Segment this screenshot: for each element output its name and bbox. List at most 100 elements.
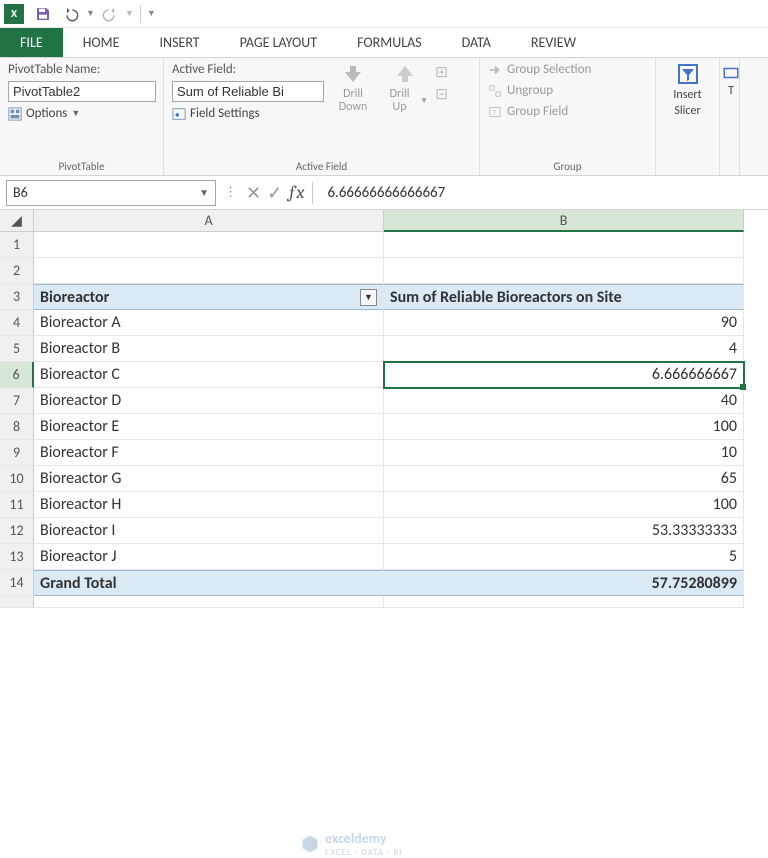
ungroup-button[interactable]: Ungroup (488, 83, 591, 98)
name-box[interactable]: B6 ▼ (6, 180, 216, 206)
cell-B15[interactable] (384, 596, 744, 608)
redo-dropdown-icon[interactable]: ▼ (125, 8, 134, 19)
collapse-field-button[interactable] (436, 84, 454, 100)
group-filter-label (664, 171, 711, 173)
insert-timeline-button[interactable]: T (722, 64, 740, 98)
formula-input[interactable]: 6.66666666666667 (321, 184, 762, 202)
drill-up-button[interactable]: Drill Up▼ (382, 62, 428, 114)
cell-A7[interactable]: Bioreactor D (34, 388, 384, 414)
cancel-formula-button[interactable]: ✕ (246, 182, 261, 204)
group-filter: Insert Slicer (656, 58, 720, 175)
enter-formula-button[interactable]: ✓ (267, 182, 282, 204)
group-pivottable-label: PivotTable (8, 158, 155, 173)
pivottable-options-button[interactable]: Options ▼ (8, 106, 80, 121)
row-header-15[interactable] (0, 596, 34, 608)
row-header-2[interactable]: 2 (0, 258, 34, 284)
tab-page-layout[interactable]: PAGE LAYOUT (220, 28, 337, 57)
active-field-label: Active Field: (172, 62, 324, 77)
row-header-9[interactable]: 9 (0, 440, 34, 466)
group-field-button[interactable]: 7 Group Field (488, 104, 591, 119)
cell-B10[interactable]: 65 (384, 466, 744, 492)
expand-icon (436, 62, 454, 80)
chevron-down-icon[interactable]: ▼ (199, 186, 209, 199)
cell-B14-grandtotal[interactable]: 57.75280899 (384, 570, 744, 596)
row-header-6[interactable]: 6 (0, 362, 34, 388)
tab-data[interactable]: DATA (442, 28, 511, 57)
row-header-10[interactable]: 10 (0, 466, 34, 492)
row-header-7[interactable]: 7 (0, 388, 34, 414)
group-pivottable: PivotTable Name: Options ▼ PivotTable (0, 58, 164, 175)
cell-A8[interactable]: Bioreactor E (34, 414, 384, 440)
redo-button[interactable] (97, 2, 123, 26)
cell-B4[interactable]: 90 (384, 310, 744, 336)
pivot-filter-button[interactable]: ▼ (360, 289, 377, 306)
cell-B1[interactable] (384, 232, 744, 258)
watermark-icon (300, 834, 320, 854)
cell-A10[interactable]: Bioreactor G (34, 466, 384, 492)
watermark-brand: exceldemy (325, 830, 387, 847)
cell-B9[interactable]: 10 (384, 440, 744, 466)
group-field-icon: 7 (488, 105, 502, 119)
cell-B12[interactable]: 53.33333333 (384, 518, 744, 544)
undo-button[interactable] (58, 2, 84, 26)
cell-A2[interactable] (34, 258, 384, 284)
row-header-3[interactable]: 3 (0, 284, 34, 310)
pivottable-name-label: PivotTable Name: (8, 62, 100, 77)
redo-icon (102, 6, 118, 22)
cell-B13[interactable]: 5 (384, 544, 744, 570)
cell-A12[interactable]: Bioreactor I (34, 518, 384, 544)
row-header-12[interactable]: 12 (0, 518, 34, 544)
cell-B7[interactable]: 40 (384, 388, 744, 414)
qat-customize-icon[interactable]: ▼ (147, 8, 156, 19)
cell-A11[interactable]: Bioreactor H (34, 492, 384, 518)
row-header-8[interactable]: 8 (0, 414, 34, 440)
cell-B6[interactable]: 6.666666667 (384, 362, 744, 388)
cell-B11[interactable]: 100 (384, 492, 744, 518)
row-header-14[interactable]: 14 (0, 570, 34, 596)
cell-A14-grandtotal[interactable]: Grand Total (34, 570, 384, 596)
cell-A1[interactable] (34, 232, 384, 258)
col-header-B[interactable]: B (384, 210, 744, 232)
col-header-A[interactable]: A (34, 210, 384, 232)
tab-review[interactable]: REVIEW (511, 28, 596, 57)
cell-B5[interactable]: 4 (384, 336, 744, 362)
row-header-5[interactable]: 5 (0, 336, 34, 362)
row-header-11[interactable]: 11 (0, 492, 34, 518)
cell-A13[interactable]: Bioreactor J (34, 544, 384, 570)
group-selection-button[interactable]: Group Selection (488, 62, 591, 77)
expand-field-button[interactable] (436, 62, 454, 78)
cell-B8[interactable]: 100 (384, 414, 744, 440)
fx-button[interactable]: ƒx (288, 182, 304, 203)
tab-file[interactable]: FILE (0, 28, 63, 57)
options-icon (8, 107, 22, 121)
cell-B2[interactable] (384, 258, 744, 284)
pivottable-name-input[interactable] (8, 81, 156, 102)
insert-slicer-button[interactable]: Insert Slicer (665, 62, 711, 118)
field-settings-button[interactable]: Field Settings (172, 106, 324, 121)
expand-collapse-stack (436, 62, 454, 100)
save-button[interactable] (30, 2, 56, 26)
select-all-corner[interactable]: ◢ (0, 210, 34, 232)
group-field-label: Group Field (507, 104, 568, 119)
row-header-13[interactable]: 13 (0, 544, 34, 570)
undo-dropdown-icon[interactable]: ▼ (86, 8, 95, 19)
watermark-tag: EXCEL · DATA · BI (325, 847, 402, 858)
cell-A9[interactable]: Bioreactor F (34, 440, 384, 466)
formula-bar-dots: ⋮ (224, 185, 238, 200)
row-header-1[interactable]: 1 (0, 232, 34, 258)
cell-A5[interactable]: Bioreactor B (34, 336, 384, 362)
tab-insert[interactable]: INSERT (140, 28, 220, 57)
cell-A6[interactable]: Bioreactor C (34, 362, 384, 388)
chevron-down-icon: ▼ (71, 108, 80, 119)
cell-A4[interactable]: Bioreactor A (34, 310, 384, 336)
row-header-4[interactable]: 4 (0, 310, 34, 336)
pivot-header-values[interactable]: Sum of Reliable Bioreactors on Site (384, 284, 744, 310)
tab-formulas[interactable]: FORMULAS (337, 28, 442, 57)
pivot-header-rowlabels[interactable]: Bioreactor ▼ (34, 284, 384, 310)
cell-A15[interactable] (34, 596, 384, 608)
active-field-input[interactable] (172, 81, 324, 102)
tab-home[interactable]: HOME (63, 28, 140, 57)
options-label: Options (26, 106, 67, 121)
svg-text:7: 7 (492, 107, 496, 116)
drill-down-button[interactable]: Drill Down (330, 62, 376, 114)
